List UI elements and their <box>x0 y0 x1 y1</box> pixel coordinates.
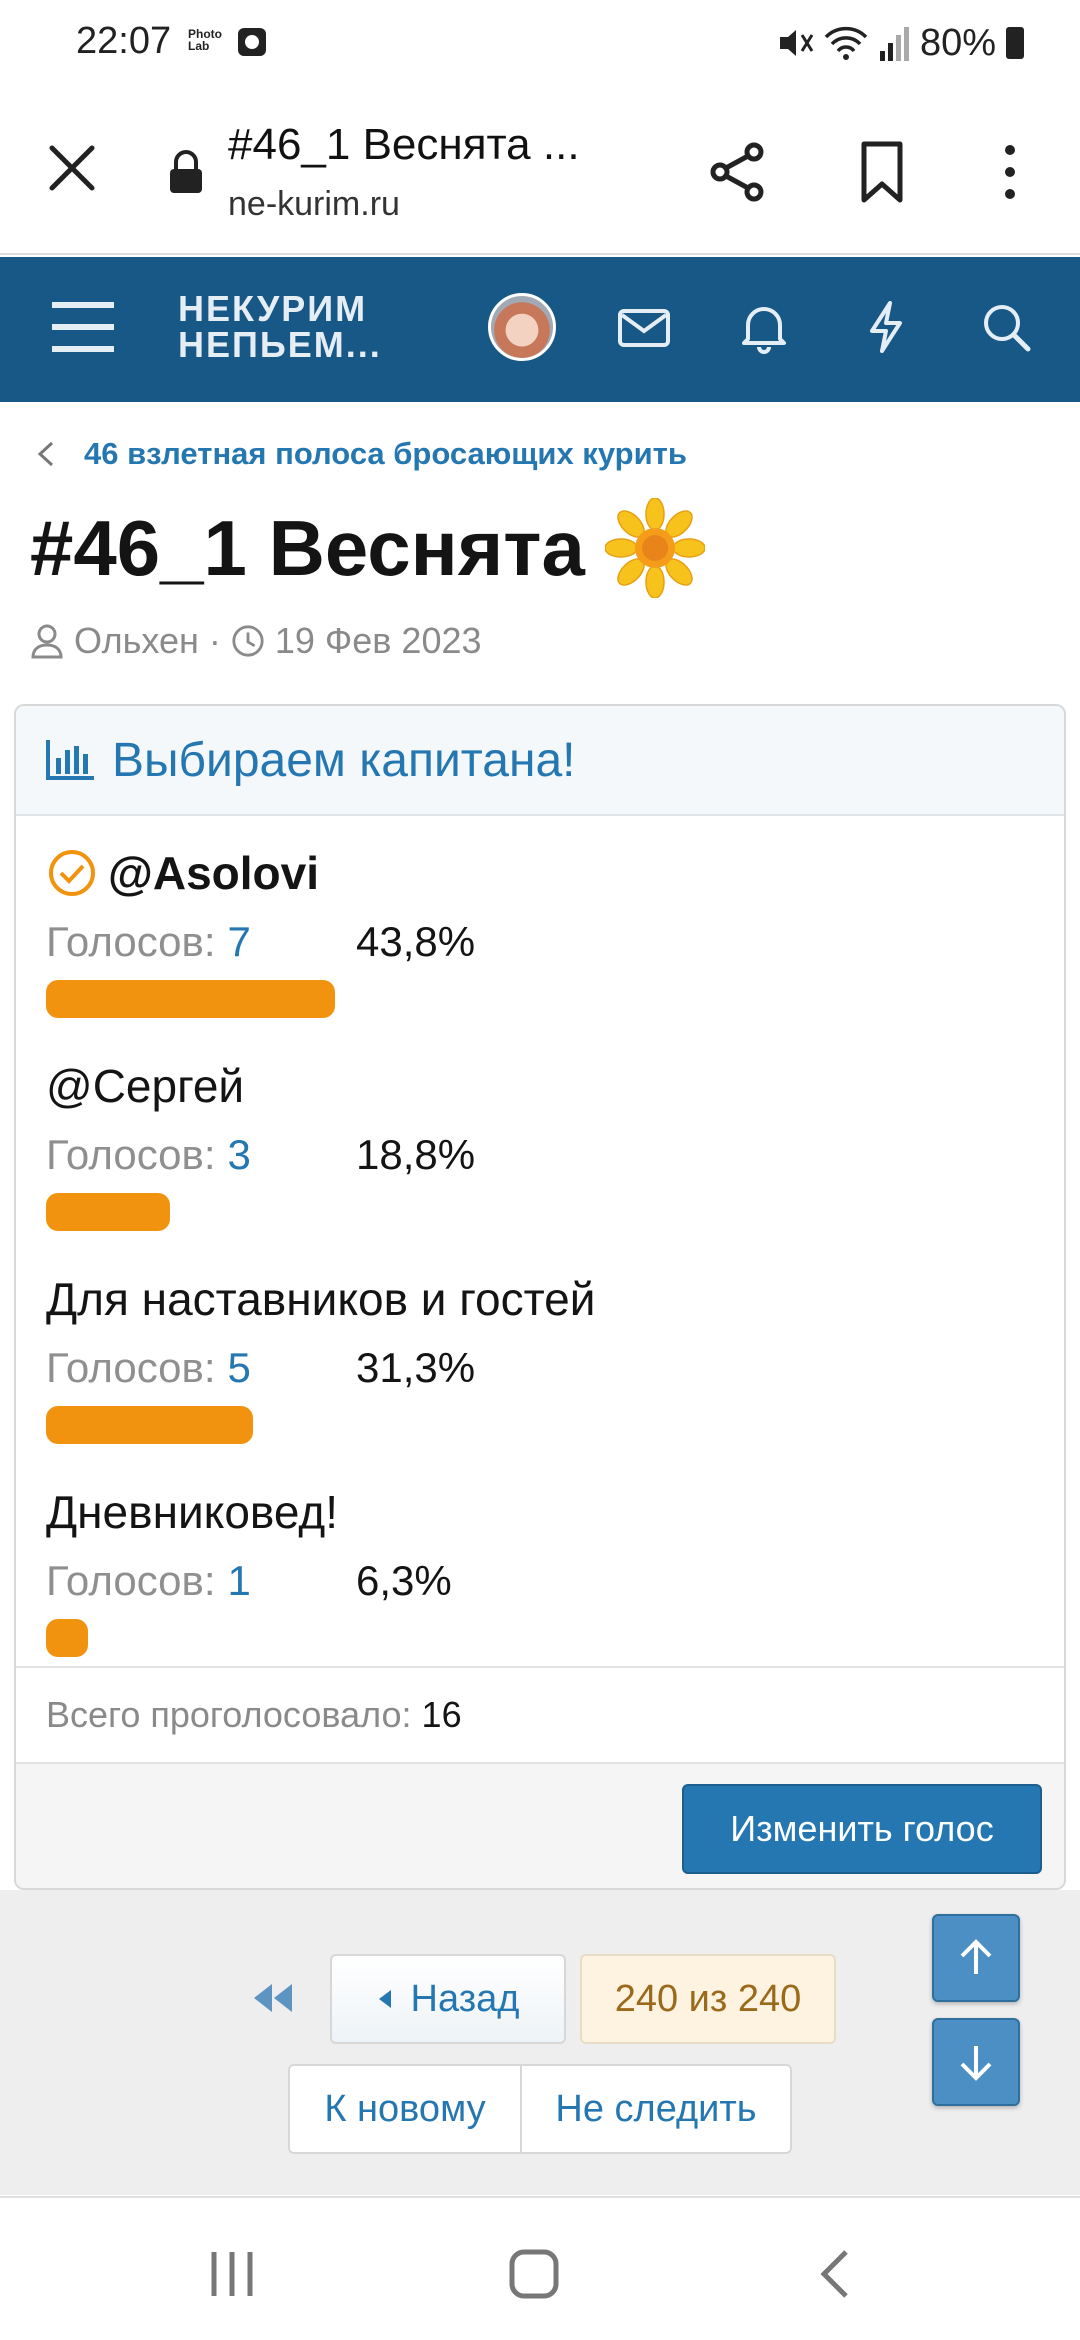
site-logo[interactable]: НЕКУРИМ НЕПЬЕМ... <box>178 291 382 363</box>
to-new-button[interactable]: К новому <box>288 2064 522 2154</box>
back-label: Назад <box>410 1977 520 2020</box>
home-icon[interactable] <box>506 2246 562 2302</box>
caret-left-icon <box>378 1990 391 2008</box>
bookmark-icon[interactable] <box>852 140 912 204</box>
page-counter[interactable]: 240 из 240 <box>580 1954 836 2044</box>
change-vote-button[interactable]: Изменить голос <box>682 1784 1042 1874</box>
votes-label: Голосов: <box>46 1344 216 1391</box>
close-icon[interactable] <box>44 140 100 196</box>
poll-option: @Asolovi Голосов: 7 43,8% <box>46 846 1064 1059</box>
thread-date[interactable]: 19 Фев 2023 <box>275 620 482 662</box>
poll-option-label: Для наставников и гостей <box>46 1273 596 1325</box>
back-button[interactable]: Назад <box>330 1954 566 2044</box>
wifi-icon <box>824 26 868 60</box>
poll-option-name: Дневниковед! <box>46 1485 1064 1539</box>
poll-option: Дневниковед! Голосов: 1 6,3% <box>46 1485 1064 1698</box>
scroll-down-button[interactable] <box>932 2018 1020 2106</box>
votes-count[interactable]: 7 <box>228 918 251 966</box>
poll-option: Для наставников и гостей Голосов: 5 31,3… <box>46 1272 1064 1485</box>
poll-option-stats: Голосов: 1 6,3% <box>46 1557 1064 1605</box>
user-icon <box>31 624 63 659</box>
photo-lab-notification-icon: Photo Lab <box>188 27 222 53</box>
poll-results: @Asolovi Голосов: 7 43,8% @Сергей Голосо… <box>16 816 1064 1666</box>
recent-apps-icon[interactable] <box>204 2246 260 2302</box>
poll-footer: Изменить голос <box>16 1762 1064 1888</box>
status-right: 80% <box>774 20 1024 66</box>
poll-block: Выбираем капитана! @Asolovi Голосов: 7 4… <box>14 704 1066 1890</box>
arrow-down-icon <box>960 2046 992 2081</box>
browser-domain[interactable]: ne-kurim.ru <box>228 185 400 224</box>
poll-total-label: Всего проголосовало: <box>46 1694 412 1735</box>
poll-result-bar <box>46 1619 88 1657</box>
bar-chart-icon <box>46 740 94 780</box>
more-icon[interactable] <box>990 140 1030 204</box>
unwatch-button[interactable]: Не следить <box>520 2064 792 2154</box>
sunflower-icon <box>604 498 705 598</box>
share-icon[interactable] <box>706 140 770 204</box>
thread-author[interactable]: Ольхен <box>74 620 199 662</box>
vote-percent: 31,3% <box>356 1344 476 1391</box>
poll-total-value: 16 <box>421 1694 462 1735</box>
vote-percent: 18,8% <box>356 1131 476 1178</box>
votes-label: Голосов: <box>46 918 216 965</box>
status-bar: 22:07 Photo Lab 80% <box>0 0 1080 90</box>
page-title-text: #46_1 Веснята <box>30 503 585 592</box>
votes-label: Голосов: <box>46 1557 216 1604</box>
poll-option-stats: Голосов: 5 31,3% <box>46 1344 1064 1392</box>
votes-count[interactable]: 1 <box>228 1557 251 1605</box>
poll-header: Выбираем капитана! <box>16 706 1064 816</box>
mute-icon <box>779 30 814 56</box>
menu-icon[interactable] <box>50 297 116 357</box>
battery-text: 80% <box>919 21 996 64</box>
poll-option-stats: Голосов: 3 18,8% <box>46 1131 1064 1179</box>
vote-percent: 6,3% <box>356 1557 452 1604</box>
search-icon[interactable] <box>976 297 1036 357</box>
thread-meta: Ольхен · 19 Фев 2023 <box>30 620 482 662</box>
avatar[interactable] <box>488 293 556 361</box>
site-header: НЕКУРИМ НЕПЬЕМ... <box>0 257 1080 402</box>
page-navigation: Назад 240 из 240 К новому Не следить <box>0 1890 1080 2195</box>
system-nav-bar <box>0 2196 1080 2340</box>
votes-count[interactable]: 3 <box>228 1131 251 1179</box>
clock-icon <box>232 625 264 657</box>
poll-option-label: @Asolovi <box>108 847 319 899</box>
page-title: #46_1 Веснята <box>30 498 705 598</box>
poll-option-label: @Сергей <box>46 1060 245 1112</box>
scroll-up-button[interactable] <box>932 1914 1020 2002</box>
breadcrumb-link[interactable]: 46 взлетная полоса бросающих курить <box>84 436 687 472</box>
chevron-left-icon <box>37 441 54 467</box>
poll-option: @Сергей Голосов: 3 18,8% <box>46 1059 1064 1272</box>
check-circle-icon <box>49 850 95 896</box>
poll-option-label: Дневниковед! <box>46 1486 339 1538</box>
system-back-icon[interactable] <box>810 2246 866 2302</box>
mail-icon[interactable] <box>614 297 674 357</box>
poll-result-bar <box>46 1406 253 1444</box>
poll-title: Выбираем капитана! <box>112 733 576 787</box>
breadcrumb[interactable]: 46 взлетная полоса бросающих курить <box>34 436 687 472</box>
votes-label: Голосов: <box>46 1131 216 1178</box>
poll-result-bar <box>46 1193 171 1231</box>
bell-icon[interactable] <box>734 297 794 357</box>
lock-icon <box>170 150 202 193</box>
lightning-icon[interactable] <box>856 297 916 357</box>
signal-icon <box>879 27 909 61</box>
status-time: 22:07 <box>76 20 172 62</box>
arrow-up-icon <box>960 1939 992 1974</box>
meta-separator: · <box>208 620 221 661</box>
browser-toolbar: #46_1 Веснята ... ne-kurim.ru <box>0 90 1080 255</box>
vote-percent: 43,8% <box>356 918 476 965</box>
poll-option-name: @Asolovi <box>46 846 1064 900</box>
app-notification-icon <box>238 28 266 56</box>
logo-line-1: НЕКУРИМ <box>178 288 368 329</box>
browser-tab-title[interactable]: #46_1 Веснята ... <box>228 120 580 170</box>
votes-count[interactable]: 5 <box>228 1344 251 1392</box>
poll-option-name: @Сергей <box>46 1059 1064 1113</box>
poll-result-bar <box>46 980 336 1018</box>
battery-icon <box>1006 27 1024 59</box>
poll-option-stats: Голосов: 7 43,8% <box>46 918 1064 966</box>
logo-line-2: НЕПЬЕМ... <box>178 324 382 365</box>
double-chevron-left-icon[interactable] <box>250 1978 296 2018</box>
poll-option-name: Для наставников и гостей <box>46 1272 1064 1326</box>
